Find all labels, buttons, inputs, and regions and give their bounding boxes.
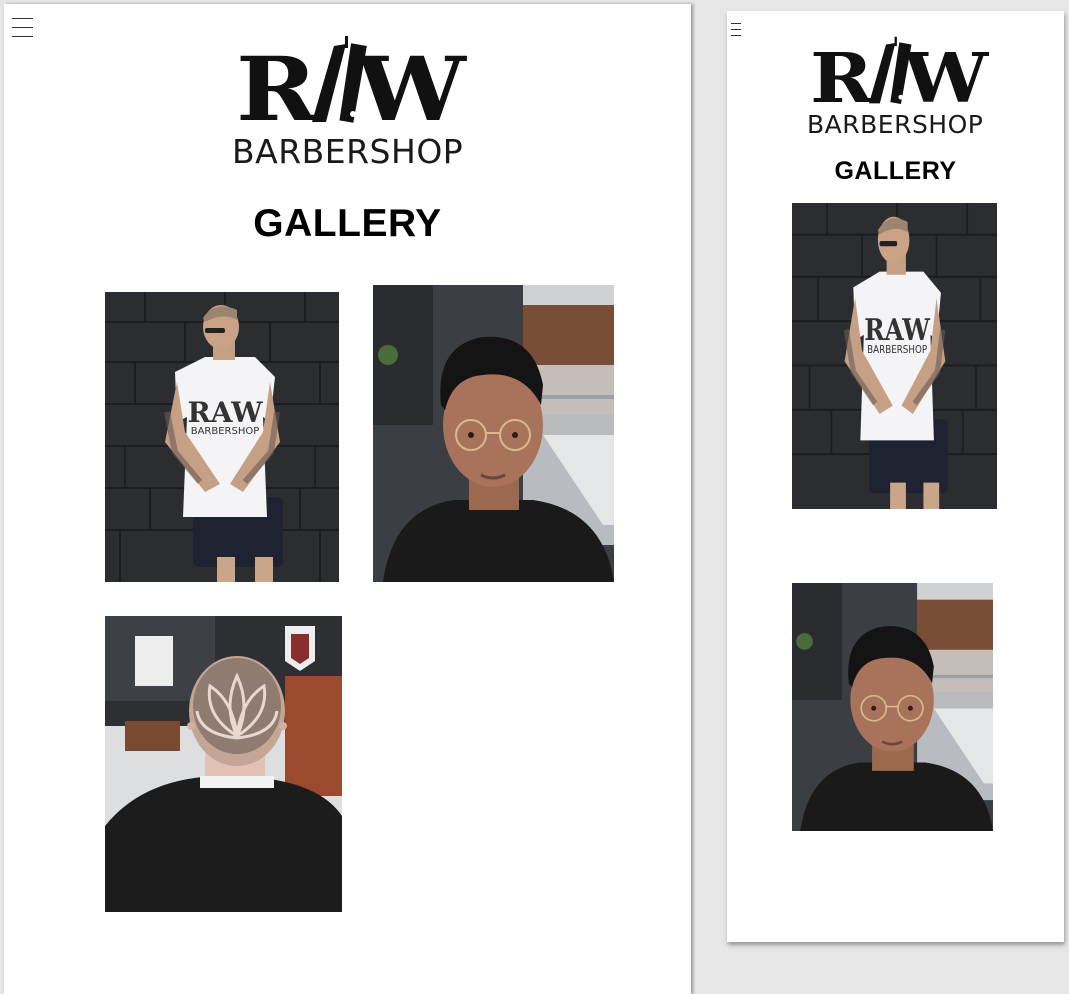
gallery-photo-hair-design[interactable] xyxy=(105,616,342,912)
logo-subtitle: BARBERSHOP xyxy=(807,110,984,139)
shirt-print-sub: BARBERSHOP xyxy=(191,426,260,437)
mobile-artboard: R W BARBERSHOP GALLERY RAW BARBERSHOP xyxy=(727,11,1064,942)
raw-barbershop-logo[interactable]: R W BARBERSHOP xyxy=(232,34,472,171)
logo-mark: R W xyxy=(236,36,466,129)
shirt-print-word: RAW xyxy=(864,314,930,348)
logo-mark: R W xyxy=(810,36,988,109)
page-title: GALLERY xyxy=(834,157,957,185)
hamburger-menu-icon[interactable] xyxy=(12,18,33,45)
gallery-photo-model-tshirt[interactable]: RAW BARBERSHOP xyxy=(792,203,997,509)
page-title: GALLERY xyxy=(253,202,442,245)
gallery-photo-client-glasses[interactable] xyxy=(792,583,993,831)
logo-subtitle: BARBERSHOP xyxy=(232,132,464,171)
raw-barbershop-logo[interactable]: R W BARBERSHOP xyxy=(807,35,993,140)
gallery-photo-model-tshirt[interactable]: RAW BARBERSHOP xyxy=(105,292,339,582)
gallery-photo-client-glasses[interactable] xyxy=(373,285,614,582)
shirt-print-sub: BARBERSHOP xyxy=(867,344,927,356)
shirt-print-word: RAW xyxy=(187,396,263,429)
desktop-artboard: R W BARBERSHOP GALLERY RAW BARBERSHOP xyxy=(4,4,691,994)
hamburger-menu-icon[interactable] xyxy=(731,23,741,41)
